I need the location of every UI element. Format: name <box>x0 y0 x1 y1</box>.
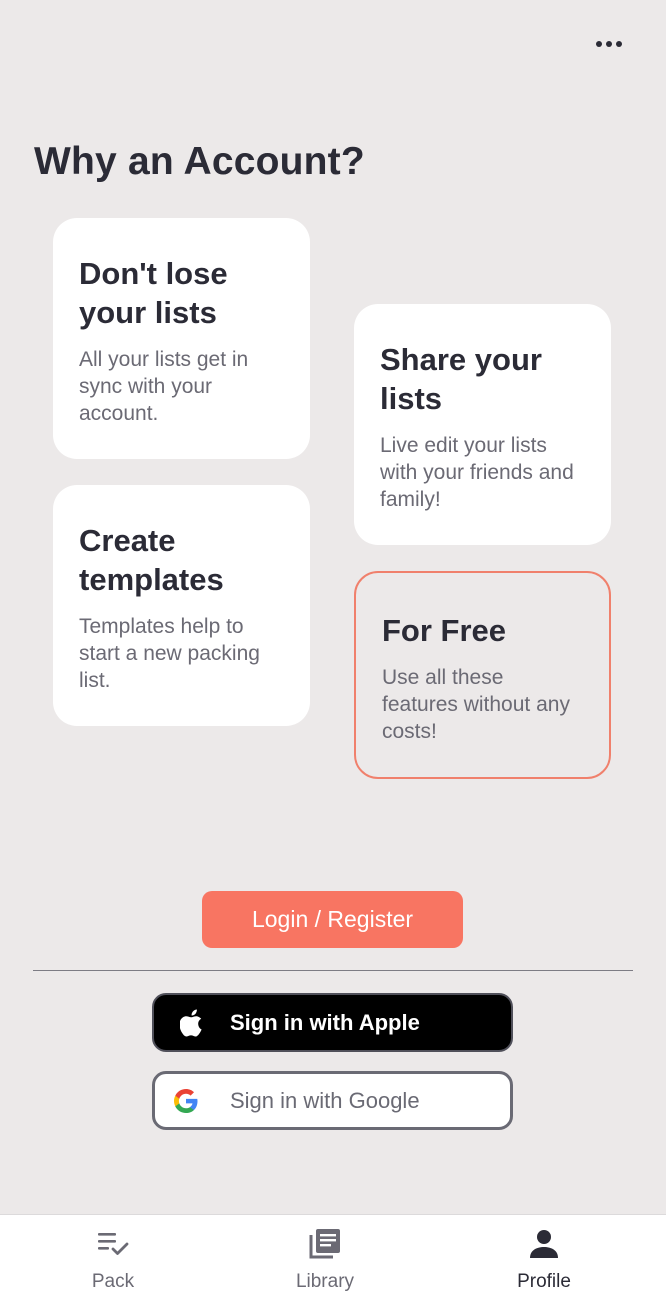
checklist-icon <box>96 1227 130 1261</box>
feature-card-body: Live edit your lists with your friends a… <box>380 434 574 511</box>
dot <box>596 41 602 47</box>
sign-in-apple-button[interactable]: Sign in with Apple <box>152 993 513 1052</box>
divider <box>33 970 633 971</box>
feature-card-body: Templates help to start a new packing li… <box>79 615 260 692</box>
dot <box>606 41 612 47</box>
dot <box>616 41 622 47</box>
login-register-button[interactable]: Login / Register <box>202 891 463 948</box>
tab-library-label: Library <box>295 1271 355 1292</box>
tab-profile[interactable]: Profile <box>474 1215 614 1312</box>
apple-icon <box>180 1009 204 1036</box>
bottom-tab-bar: Pack Library Profile <box>0 1214 666 1312</box>
tab-pack-label: Pack <box>91 1271 135 1292</box>
tab-pack[interactable]: Pack <box>43 1215 183 1312</box>
feature-card-free: For Free Use all these features without … <box>354 571 611 779</box>
feature-card-title: Don't lose your lists <box>79 256 228 330</box>
feature-card-share: Share your lists Live edit your lists wi… <box>354 304 611 545</box>
feature-card-templates: Create templates Templates help to start… <box>53 485 310 726</box>
google-icon <box>174 1088 198 1114</box>
feature-card-title: Share your lists <box>380 342 542 416</box>
more-button[interactable] <box>592 32 626 56</box>
tab-library[interactable]: Library <box>255 1215 395 1312</box>
feature-card-body: All your lists get in sync with your acc… <box>79 348 249 425</box>
library-icon <box>308 1227 342 1261</box>
page-title: Why an Account? <box>34 140 365 183</box>
sign-in-apple-label: Sign in with Apple <box>230 1009 420 1035</box>
sign-in-google-label: Sign in with Google <box>230 1087 420 1113</box>
feature-card-body: Use all these features without any costs… <box>382 666 570 743</box>
feature-card-title: Create templates <box>79 523 224 597</box>
person-icon <box>529 1227 559 1261</box>
feature-card-sync: Don't lose your lists All your lists get… <box>53 218 310 459</box>
feature-card-title: For Free <box>382 613 507 648</box>
tab-profile-label: Profile <box>517 1271 571 1292</box>
sign-in-google-button[interactable]: Sign in with Google <box>152 1071 513 1130</box>
